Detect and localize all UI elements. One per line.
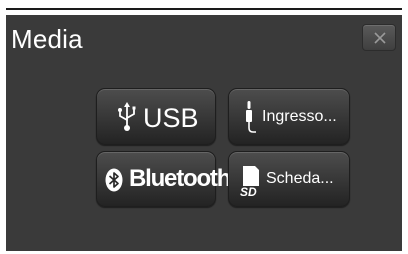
page-title: Media [11,24,83,54]
aux-input-source-button[interactable]: Ingresso... [228,88,350,145]
aux-input-label: Ingresso... [262,108,337,125]
top-divider [6,8,402,10]
sd-card-source-button[interactable]: SD Scheda... [228,151,350,207]
close-button[interactable] [362,24,396,51]
sd-card-icon: SD [240,166,259,198]
media-screen: Media USB Ingresso... Bluetooth SD Sched… [6,15,402,251]
svg-text:SD: SD [240,185,257,198]
usb-icon [118,102,136,131]
bluetooth-label: Bluetooth [129,165,231,192]
usb-label: USB [143,103,199,133]
audio-jack-icon [246,101,256,133]
usb-source-button[interactable]: USB [96,88,216,145]
sd-card-label: Scheda... [266,170,334,187]
close-icon [374,32,386,44]
bluetooth-icon [105,168,123,192]
bluetooth-source-button[interactable]: Bluetooth [96,151,231,207]
